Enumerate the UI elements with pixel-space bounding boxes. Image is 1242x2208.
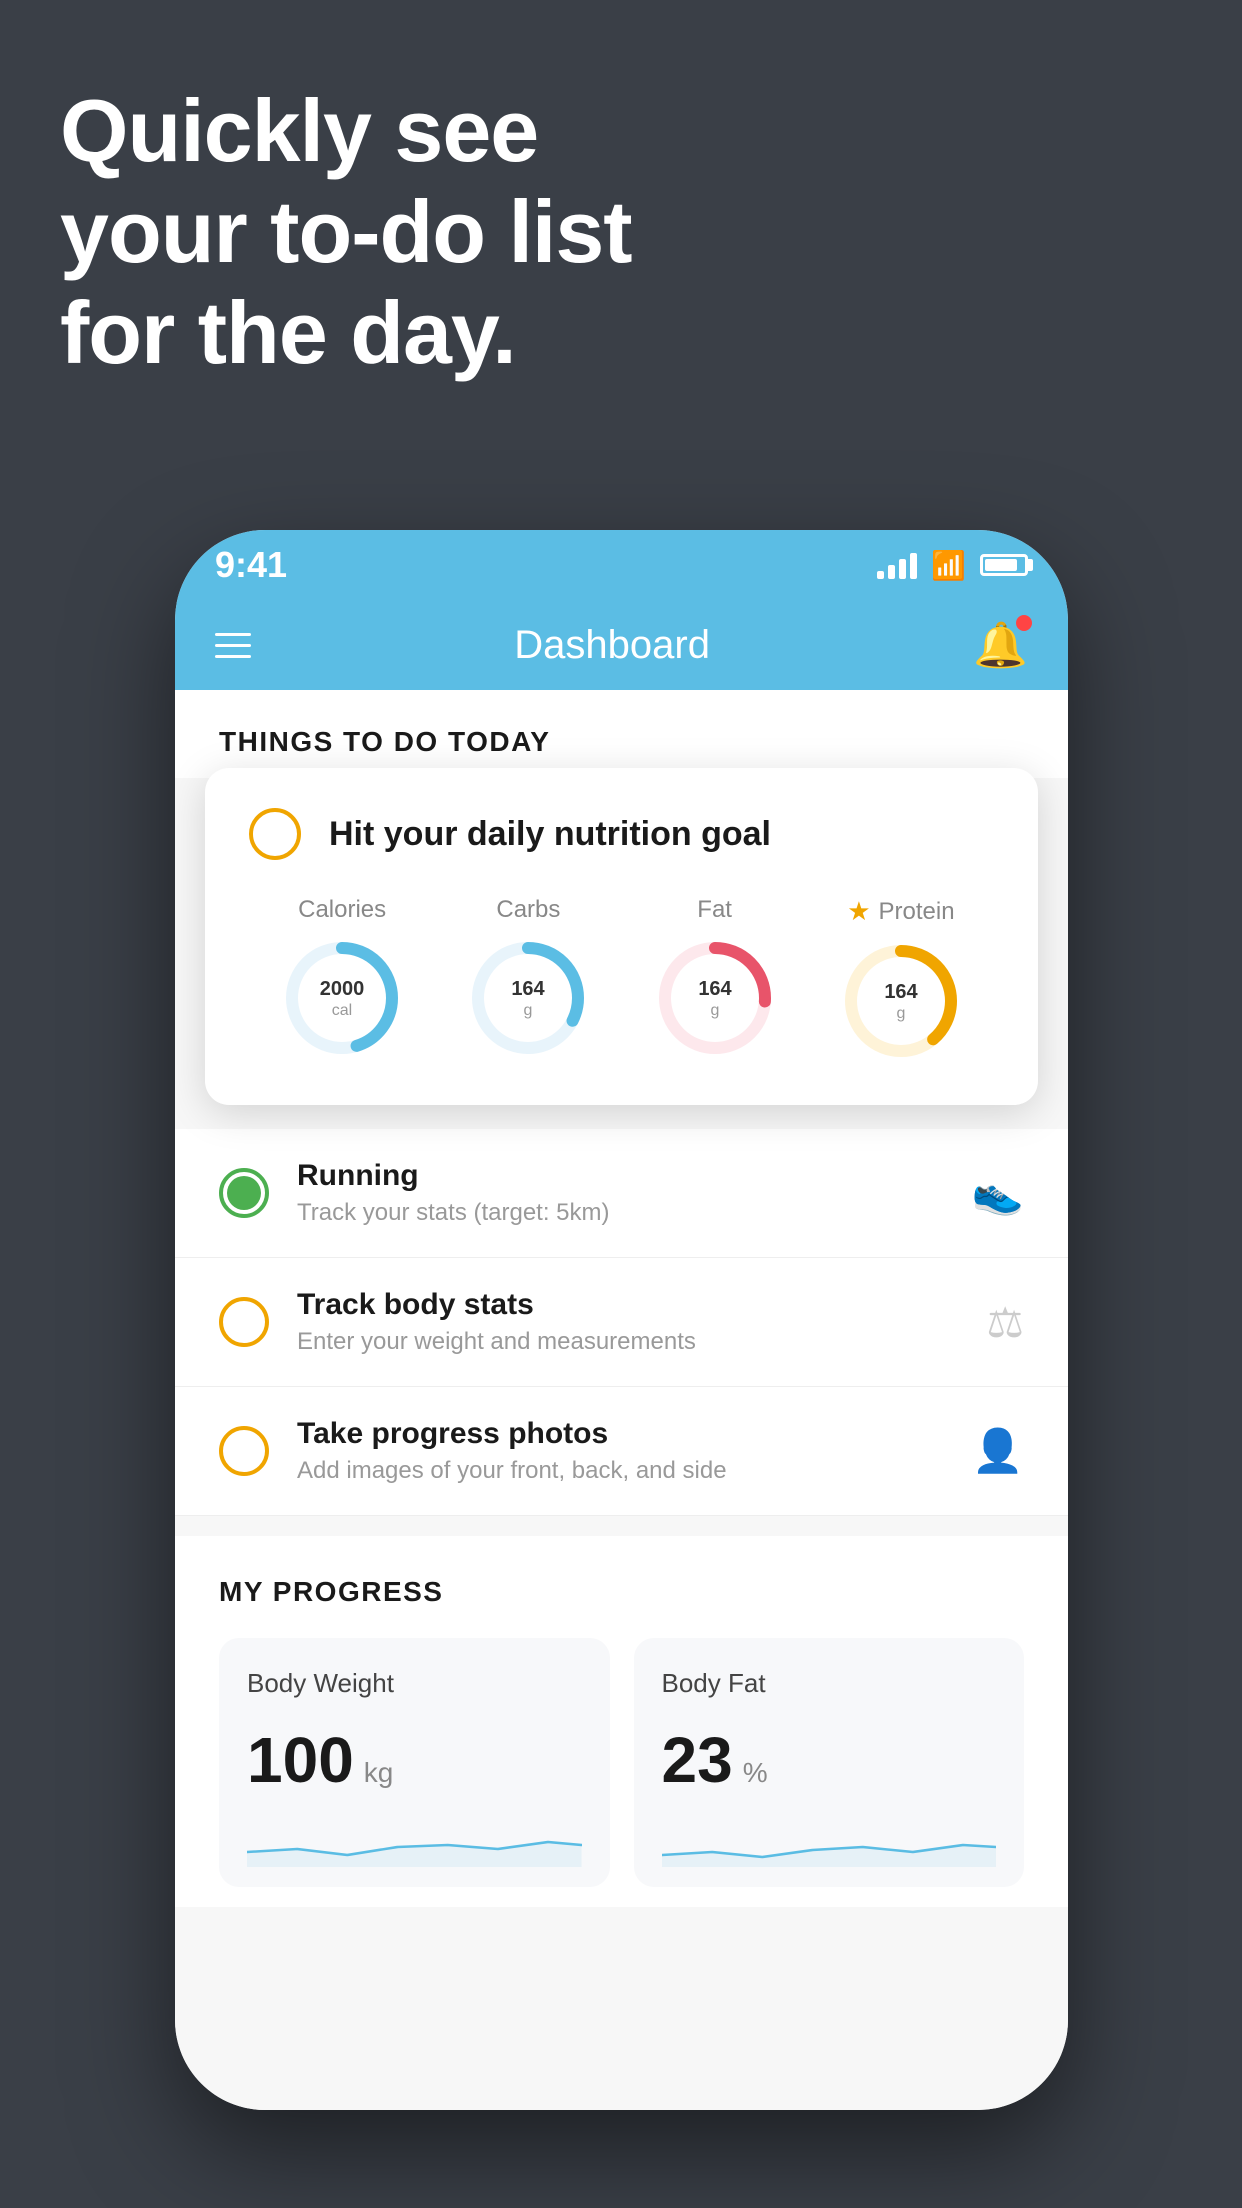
protein-ring: 164 g — [841, 941, 961, 1061]
running-text: Running Track your stats (target: 5km) — [297, 1159, 944, 1227]
protein-label: Protein — [879, 898, 955, 926]
running-subtitle: Track your stats (target: 5km) — [297, 1199, 944, 1227]
svg-text:g: g — [896, 1005, 905, 1022]
shoe-icon: 👟 — [972, 1169, 1024, 1218]
todo-item-body-stats[interactable]: Track body stats Enter your weight and m… — [175, 1258, 1068, 1387]
fat-ring: 164 g — [655, 938, 775, 1058]
body-fat-value-container: 23 % — [662, 1723, 997, 1797]
headline-line2: your to-do list — [60, 181, 632, 282]
body-weight-card[interactable]: Body Weight 100 kg — [219, 1638, 610, 1887]
progress-cards: Body Weight 100 kg Body Fat — [219, 1638, 1024, 1887]
headline-text: Quickly see your to-do list for the day. — [60, 80, 632, 384]
photos-check-circle — [219, 1426, 269, 1476]
body-stats-text: Track body stats Enter your weight and m… — [297, 1288, 958, 1356]
body-fat-chart — [662, 1817, 997, 1867]
svg-text:164: 164 — [512, 978, 546, 1000]
nutrition-card-header: Hit your daily nutrition goal — [249, 808, 994, 860]
running-check-circle — [219, 1168, 269, 1218]
svg-text:g: g — [710, 1002, 719, 1019]
body-stats-check-circle — [219, 1297, 269, 1347]
protein-ring-item: ★ Protein 164 g — [841, 896, 961, 1061]
body-fat-number: 23 — [662, 1723, 733, 1797]
todo-item-photos[interactable]: Take progress photos Add images of your … — [175, 1387, 1068, 1516]
body-weight-unit: kg — [364, 1757, 394, 1789]
body-stats-subtitle: Enter your weight and measurements — [297, 1328, 958, 1356]
nutrition-check-circle[interactable] — [249, 808, 301, 860]
bell-icon[interactable]: 🔔 — [973, 619, 1028, 671]
things-title: THINGS TO DO TODAY — [219, 726, 1024, 758]
battery-icon — [980, 554, 1028, 576]
todo-list: Running Track your stats (target: 5km) 👟… — [175, 1129, 1068, 1516]
photos-title: Take progress photos — [297, 1417, 944, 1451]
carbs-ring: 164 g — [468, 938, 588, 1058]
status-time: 9:41 — [215, 544, 287, 586]
running-title: Running — [297, 1159, 944, 1193]
svg-text:164: 164 — [698, 978, 732, 1000]
fat-label: Fat — [697, 896, 732, 924]
svg-text:cal: cal — [332, 1002, 352, 1019]
fat-ring-item: Fat 164 g — [655, 896, 775, 1058]
phone-mockup: 9:41 📶 Dashboard 🔔 THINGS TO — [175, 530, 1068, 2110]
svg-text:g: g — [524, 1002, 533, 1019]
body-weight-label: Body Weight — [247, 1668, 582, 1699]
svg-text:164: 164 — [884, 981, 918, 1003]
body-weight-number: 100 — [247, 1723, 354, 1797]
carbs-ring-item: Carbs 164 g — [468, 896, 588, 1058]
app-title: Dashboard — [514, 623, 710, 668]
things-header: THINGS TO DO TODAY — [175, 690, 1068, 778]
menu-icon[interactable] — [215, 633, 251, 658]
body-fat-card[interactable]: Body Fat 23 % — [634, 1638, 1025, 1887]
calories-label: Calories — [298, 896, 386, 924]
nutrition-card[interactable]: Hit your daily nutrition goal Calories 2… — [205, 768, 1038, 1105]
star-icon: ★ — [847, 896, 870, 927]
status-bar: 9:41 📶 — [175, 530, 1068, 600]
todo-item-running[interactable]: Running Track your stats (target: 5km) 👟 — [175, 1129, 1068, 1258]
signal-icon — [877, 551, 917, 579]
body-fat-label: Body Fat — [662, 1668, 997, 1699]
body-fat-unit: % — [743, 1757, 768, 1789]
notification-dot — [1016, 615, 1032, 631]
photos-text: Take progress photos Add images of your … — [297, 1417, 944, 1485]
carbs-label: Carbs — [496, 896, 560, 924]
status-icons: 📶 — [877, 549, 1028, 582]
nutrition-card-title: Hit your daily nutrition goal — [329, 815, 771, 854]
app-header: Dashboard 🔔 — [175, 600, 1068, 690]
nutrition-rings: Calories 2000 cal Carbs 164 g — [249, 896, 994, 1061]
protein-label-container: ★ Protein — [847, 896, 954, 927]
progress-section: MY PROGRESS Body Weight 100 kg — [175, 1536, 1068, 1907]
progress-title: MY PROGRESS — [219, 1576, 1024, 1608]
scale-icon: ⚖ — [986, 1298, 1024, 1347]
app-content: THINGS TO DO TODAY Hit your daily nutrit… — [175, 690, 1068, 2110]
svg-text:2000: 2000 — [320, 978, 365, 1000]
photos-subtitle: Add images of your front, back, and side — [297, 1457, 944, 1485]
person-icon: 👤 — [972, 1427, 1024, 1476]
body-weight-chart — [247, 1817, 582, 1867]
calories-ring-item: Calories 2000 cal — [282, 896, 402, 1058]
body-stats-title: Track body stats — [297, 1288, 958, 1322]
wifi-icon: 📶 — [931, 549, 966, 582]
body-weight-value-container: 100 kg — [247, 1723, 582, 1797]
calories-ring: 2000 cal — [282, 938, 402, 1058]
headline-line1: Quickly see — [60, 80, 632, 181]
headline-line3: for the day. — [60, 282, 632, 383]
